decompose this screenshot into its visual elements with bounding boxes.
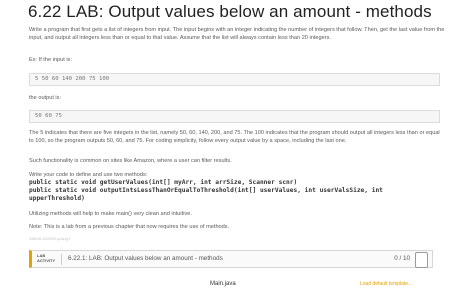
method-signature-2: public static void outputIntsLessThanOrE… xyxy=(29,187,383,194)
note-paragraph: Note: This is a lab from a previous chap… xyxy=(29,224,230,230)
lab-activity-badge: LAB ACTIVITY xyxy=(37,253,56,264)
page-title: 6.22 LAB: Output values below an amount … xyxy=(28,2,432,21)
example-input-box: 5 50 60 140 200 75 100 xyxy=(29,73,440,86)
example-output-label: the output is: xyxy=(29,95,62,101)
editor-file-tab[interactable]: Main.java xyxy=(210,278,290,289)
lab-divider xyxy=(61,254,62,265)
method-signature-2-continued: upperThreshold) xyxy=(29,195,85,202)
lab-badge-line-2: ACTIVITY xyxy=(37,257,56,263)
explanation-paragraph: The 5 indicates that there are five inte… xyxy=(29,130,440,144)
utilizing-paragraph: Utilizing methods will help to make main… xyxy=(29,211,192,217)
amazon-paragraph: Such functionality is common on sites li… xyxy=(29,158,232,164)
lab-score: 0 / 10 xyxy=(394,255,410,262)
activity-id-text: 346038.1000000.qx3zqy7 xyxy=(29,237,71,241)
lab-activity-title: 6.22.1: LAB: Output values below an amou… xyxy=(68,255,223,262)
load-default-template-link[interactable]: Load default template... xyxy=(360,278,430,290)
lab-activity-bar[interactable]: LAB ACTIVITY 6.22.1: LAB: Output values … xyxy=(29,250,433,268)
method-signature-1: public static void getUserValues(int[] m… xyxy=(29,179,298,186)
example-output-box: 50 60 75 xyxy=(29,110,440,123)
intro-paragraph: Write a program that first gets a list o… xyxy=(29,27,445,41)
example-input-label: Ex: If the input is: xyxy=(29,57,72,63)
lab-page: 6.22 LAB: Output values below an amount … xyxy=(0,0,474,289)
completion-checkbox-icon xyxy=(415,252,428,268)
